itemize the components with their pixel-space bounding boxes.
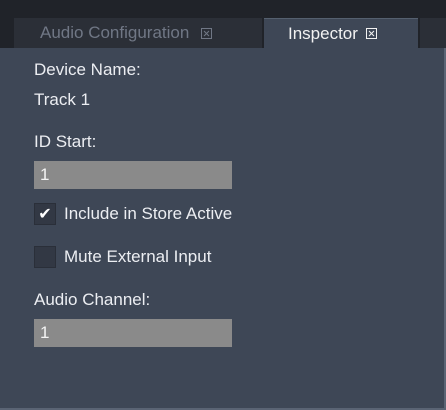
device-name-label: Device Name: xyxy=(34,60,141,79)
tab-audio-configuration[interactable]: Audio Configuration xyxy=(14,18,262,48)
device-name-value: Track 1 xyxy=(34,90,91,109)
tab-inspector[interactable]: Inspector xyxy=(264,18,418,48)
mute-external-input-row[interactable]: Mute External Input xyxy=(34,245,211,269)
audio-channel-label: Audio Channel: xyxy=(34,290,151,309)
tab-overflow[interactable] xyxy=(420,18,446,48)
include-in-store-active-checkbox[interactable]: ✔ xyxy=(34,203,56,225)
include-in-store-active-label: Include in Store Active xyxy=(64,204,233,223)
tab-bar: Audio Configuration Inspector xyxy=(0,0,446,48)
mute-external-input-checkbox[interactable] xyxy=(34,246,56,268)
tab-label: Audio Configuration xyxy=(40,23,190,42)
panel-left-edge xyxy=(0,48,14,410)
id-start-label: ID Start: xyxy=(34,132,97,151)
inspector-window: Audio Configuration Inspector Device Nam… xyxy=(0,0,446,410)
tab-label: Inspector xyxy=(288,23,358,43)
include-in-store-active-row[interactable]: ✔ Include in Store Active xyxy=(34,202,232,226)
close-icon[interactable] xyxy=(365,28,377,39)
mute-external-input-label: Mute External Input xyxy=(64,247,212,266)
audio-channel-field[interactable]: 1 xyxy=(34,319,232,347)
close-icon[interactable] xyxy=(201,27,213,39)
id-start-field[interactable]: 1 xyxy=(34,161,232,189)
